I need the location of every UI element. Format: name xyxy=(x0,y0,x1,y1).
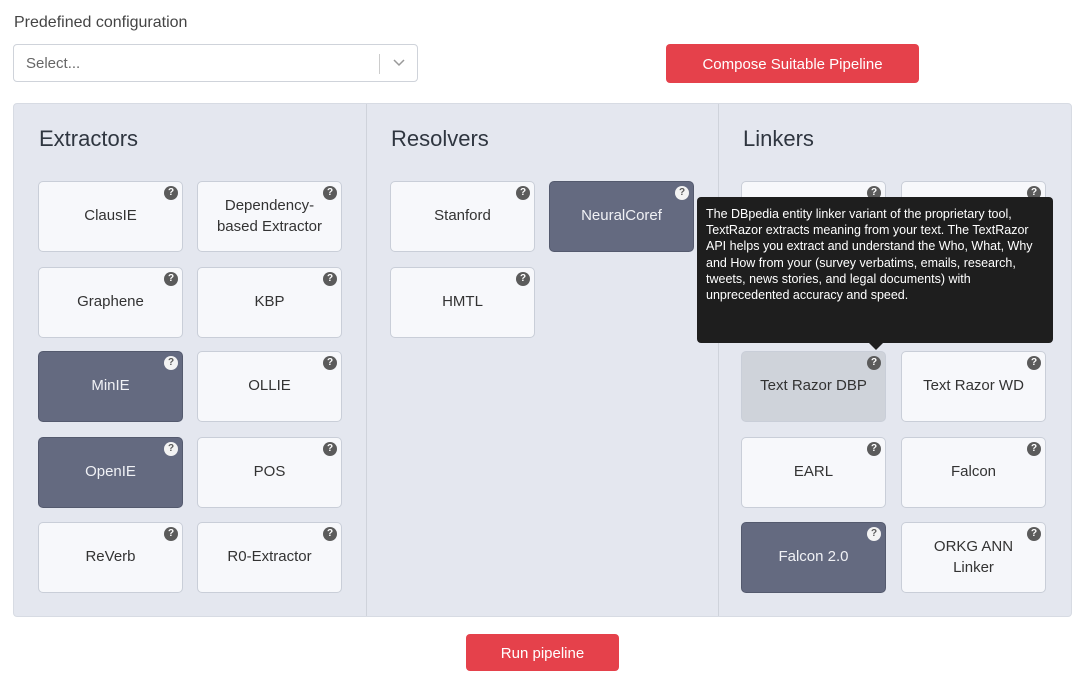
tool-card-text-razor-wd[interactable]: Text Razor WD ? xyxy=(901,351,1046,422)
run-pipeline-button[interactable]: Run pipeline xyxy=(466,634,619,671)
help-icon[interactable]: ? xyxy=(164,442,178,456)
tool-label: Falcon 2.0 xyxy=(778,548,849,566)
tool-label: OpenIE xyxy=(85,463,136,481)
tool-label: ORKG ANN Linker xyxy=(933,538,1014,576)
tool-label: KBP xyxy=(254,293,285,311)
tool-card-falcon[interactable]: Falcon ? xyxy=(901,437,1046,508)
help-icon[interactable]: ? xyxy=(164,272,178,286)
tool-card-ollie[interactable]: OLLIE ? xyxy=(197,351,342,422)
help-icon[interactable]: ? xyxy=(323,272,337,286)
tool-card-hmtl[interactable]: HMTL ? xyxy=(390,267,535,338)
tool-label: Graphene xyxy=(77,293,144,311)
tool-card-stanford[interactable]: Stanford ? xyxy=(390,181,535,252)
pipeline-panel: Extractors ClausIE ? Dependency-based Ex… xyxy=(13,103,1072,617)
help-icon[interactable]: ? xyxy=(164,186,178,200)
predefined-config-label: Predefined configuration xyxy=(14,14,188,31)
tool-label: ClausIE xyxy=(84,207,137,225)
tool-label: Falcon xyxy=(950,463,997,481)
help-icon[interactable]: ? xyxy=(164,356,178,370)
help-icon[interactable]: ? xyxy=(516,186,530,200)
linkers-title: Linkers xyxy=(743,126,814,151)
tool-card-reverb[interactable]: ReVerb ? xyxy=(38,522,183,593)
tool-card-dependency-based-extractor[interactable]: Dependency-based Extractor ? xyxy=(197,181,342,252)
tool-card-minie[interactable]: MinIE ? xyxy=(38,351,183,422)
tool-card-falcon-2[interactable]: Falcon 2.0 ? xyxy=(741,522,886,593)
tool-label: HMTL xyxy=(442,293,483,311)
column-divider xyxy=(718,104,719,616)
tool-label: Text Razor WD xyxy=(923,377,1024,395)
select-separator xyxy=(379,54,380,74)
tool-label: R0-Extractor xyxy=(227,548,312,566)
help-icon[interactable]: ? xyxy=(323,527,337,541)
help-icon[interactable]: ? xyxy=(867,356,881,370)
tool-card-orkg-ann-linker[interactable]: ORKG ANN Linker ? xyxy=(901,522,1046,593)
tool-label: NeuralCoref xyxy=(581,207,662,225)
compose-pipeline-button[interactable]: Compose Suitable Pipeline xyxy=(666,44,919,83)
tool-card-graphene[interactable]: Graphene ? xyxy=(38,267,183,338)
tool-card-kbp[interactable]: KBP ? xyxy=(197,267,342,338)
tool-label: Stanford xyxy=(434,207,491,225)
help-icon[interactable]: ? xyxy=(1027,356,1041,370)
help-icon[interactable]: ? xyxy=(323,356,337,370)
tool-label: ReVerb xyxy=(85,548,136,566)
tool-card-earl[interactable]: EARL ? xyxy=(741,437,886,508)
tool-label: POS xyxy=(253,463,286,481)
tool-label: OLLIE xyxy=(248,377,291,395)
help-icon[interactable]: ? xyxy=(1027,442,1041,456)
help-icon[interactable]: ? xyxy=(164,527,178,541)
tool-tooltip: The DBpedia entity linker variant of the… xyxy=(697,197,1053,350)
help-icon[interactable]: ? xyxy=(675,186,689,200)
help-icon[interactable]: ? xyxy=(867,442,881,456)
tool-card-pos[interactable]: POS ? xyxy=(197,437,342,508)
column-divider xyxy=(366,104,367,616)
tooltip-text: The DBpedia entity linker variant of the… xyxy=(706,207,1033,303)
tool-label: MinIE xyxy=(91,377,130,395)
tool-card-clausie[interactable]: ClausIE ? xyxy=(38,181,183,252)
help-icon[interactable]: ? xyxy=(323,442,337,456)
help-icon[interactable]: ? xyxy=(1027,527,1041,541)
tool-card-openie[interactable]: OpenIE ? xyxy=(38,437,183,508)
help-icon[interactable]: ? xyxy=(323,186,337,200)
extractors-title: Extractors xyxy=(39,126,139,151)
tool-label: EARL xyxy=(793,463,834,481)
config-select[interactable]: Select... xyxy=(13,44,418,82)
tool-label: Text Razor DBP xyxy=(760,377,867,395)
tool-card-neuralcoref[interactable]: NeuralCoref ? xyxy=(549,181,694,252)
tool-card-r0-extractor[interactable]: R0-Extractor ? xyxy=(197,522,342,593)
tool-card-text-razor-dbp[interactable]: Text Razor DBP ? xyxy=(741,351,886,422)
select-placeholder: Select... xyxy=(26,55,81,72)
help-icon[interactable]: ? xyxy=(867,527,881,541)
tool-label: Dependency-based Extractor xyxy=(216,197,323,235)
resolvers-title: Resolvers xyxy=(391,126,489,151)
help-icon[interactable]: ? xyxy=(516,272,530,286)
chevron-down-icon[interactable] xyxy=(393,58,405,68)
